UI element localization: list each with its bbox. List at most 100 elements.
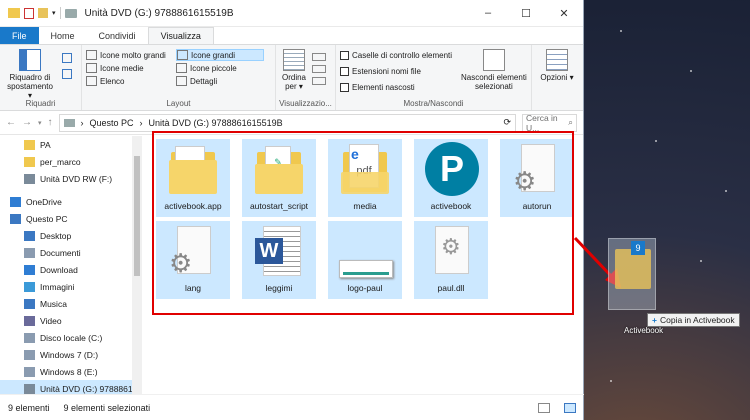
music-icon bbox=[24, 298, 35, 309]
nav-item[interactable]: Download bbox=[0, 261, 142, 278]
back-arrow-icon[interactable]: ← bbox=[6, 117, 16, 128]
group-label: Mostra/Nascondi bbox=[403, 99, 464, 108]
chevron-down-icon[interactable]: ▾ bbox=[52, 9, 56, 17]
dvd-drive-icon bbox=[24, 383, 35, 394]
breadcrumb-item[interactable]: Questo PC bbox=[90, 118, 134, 128]
hide-selected-button[interactable]: Nascondi elementi selezionati bbox=[461, 49, 527, 93]
new-folder-icon[interactable] bbox=[38, 8, 48, 18]
nav-item[interactable]: Unità DVD (G:) 978886161 bbox=[0, 380, 142, 394]
properties-icon[interactable] bbox=[24, 7, 34, 19]
layout-option[interactable]: Elenco bbox=[86, 75, 174, 87]
group-layout: Icone molto grandi Icone grandi Icone me… bbox=[82, 45, 276, 110]
breadcrumb-item[interactable]: Unità DVD (G:) 9788861615519B bbox=[149, 118, 283, 128]
tab-condividi[interactable]: Condividi bbox=[87, 27, 148, 44]
navigation-pane-button[interactable]: Riquadro di spostamento ▾ bbox=[4, 49, 56, 100]
up-arrow-icon[interactable]: ↑ bbox=[48, 117, 53, 128]
grid-icon bbox=[177, 50, 188, 60]
close-button[interactable]: ✕ bbox=[545, 0, 583, 27]
layout-option[interactable]: Dettagli bbox=[176, 75, 264, 87]
onedrive-icon bbox=[10, 196, 21, 207]
forward-arrow-icon[interactable]: → bbox=[22, 117, 32, 128]
details-pane-icon[interactable] bbox=[62, 69, 72, 79]
separator bbox=[59, 7, 61, 19]
drag-preview: 9 bbox=[608, 238, 656, 310]
pictures-icon bbox=[24, 281, 35, 292]
disk-icon bbox=[24, 366, 35, 377]
checkbox[interactable] bbox=[340, 50, 349, 60]
scrollbar[interactable] bbox=[132, 136, 142, 394]
grid-icon bbox=[86, 63, 97, 73]
drive-icon bbox=[63, 118, 75, 127]
title-bar: ▾ Unità DVD (G:) 9788861615519B – ☐ ✕ bbox=[0, 0, 583, 27]
quick-access-toolbar: ▾ bbox=[0, 7, 77, 19]
disk-icon bbox=[24, 332, 35, 343]
nav-item[interactable]: Documenti bbox=[0, 244, 142, 261]
item-checkboxes-toggle[interactable]: Caselle di controllo elementi bbox=[340, 49, 457, 61]
drag-count-badge: 9 bbox=[631, 241, 645, 255]
nav-item[interactable]: OneDrive bbox=[0, 193, 142, 210]
nav-item[interactable]: Video bbox=[0, 312, 142, 329]
nav-item[interactable]: Immagini bbox=[0, 278, 142, 295]
nav-item[interactable]: Desktop bbox=[0, 227, 142, 244]
refresh-icon[interactable]: ⟳ bbox=[503, 117, 511, 128]
item-count: 9 elementi bbox=[8, 402, 50, 413]
preview-pane-icon[interactable] bbox=[62, 53, 72, 63]
desktop-icon bbox=[24, 230, 35, 241]
status-bar: 9 elementi 9 elementi selezionati bbox=[0, 394, 584, 420]
file-extensions-toggle[interactable]: Estensioni nomi file bbox=[340, 65, 457, 77]
add-columns-icon[interactable] bbox=[312, 65, 326, 73]
nav-item[interactable]: Windows 7 (D:) bbox=[0, 346, 142, 363]
computer-icon bbox=[10, 213, 21, 224]
nav-item[interactable]: Questo PC bbox=[0, 210, 142, 227]
layout-option[interactable]: Icone piccole bbox=[176, 62, 264, 74]
folder-icon bbox=[24, 156, 35, 167]
layout-option-selected[interactable]: Icone grandi bbox=[176, 49, 264, 61]
dvd-drive-icon bbox=[24, 173, 35, 184]
scrollbar-thumb[interactable] bbox=[134, 156, 140, 276]
group-opzioni: Opzioni ▾ bbox=[532, 45, 582, 110]
nav-item[interactable]: Unità DVD RW (F:) bbox=[0, 170, 142, 187]
nav-item[interactable]: Musica bbox=[0, 295, 142, 312]
highlight-box bbox=[152, 131, 574, 315]
sort-icon bbox=[283, 49, 305, 71]
tab-home[interactable]: Home bbox=[39, 27, 87, 44]
hide-items-icon bbox=[482, 49, 505, 71]
ribbon-tabs: File Home Condividi Visualizza bbox=[0, 27, 583, 45]
folder-icon bbox=[615, 249, 651, 289]
grid-icon bbox=[86, 50, 97, 60]
layout-option[interactable]: Icone molto grandi bbox=[86, 49, 174, 61]
minimize-button[interactable]: – bbox=[469, 0, 507, 27]
group-visualizzazione: Ordina per ▾ Visualizzazio... bbox=[276, 45, 336, 110]
fit-columns-icon[interactable] bbox=[312, 77, 326, 85]
nav-item[interactable]: Disco locale (C:) bbox=[0, 329, 142, 346]
maximize-button[interactable]: ☐ bbox=[507, 0, 545, 27]
breadcrumb-separator-icon: › bbox=[80, 117, 84, 128]
group-mostra-nascondi: Caselle di controllo elementi Estensioni… bbox=[336, 45, 532, 110]
group-label: Riquadri bbox=[25, 99, 56, 108]
checkbox[interactable] bbox=[340, 82, 349, 92]
large-icons-view-icon[interactable] bbox=[564, 402, 576, 413]
nav-item[interactable]: Windows 8 (E:) bbox=[0, 363, 142, 380]
nav-item[interactable]: per_marco bbox=[0, 153, 142, 170]
details-view-icon[interactable] bbox=[538, 402, 550, 413]
list-icon bbox=[86, 76, 97, 86]
chevron-down-icon[interactable]: ▾ bbox=[38, 119, 42, 127]
drive-icon bbox=[64, 8, 77, 18]
hidden-items-toggle[interactable]: Elementi nascosti bbox=[340, 81, 457, 93]
address-bar[interactable]: › Questo PC › Unità DVD (G:) 97888616155… bbox=[58, 113, 516, 132]
tab-visualizza[interactable]: Visualizza bbox=[147, 27, 214, 44]
tab-file[interactable]: File bbox=[0, 27, 39, 44]
ribbon: Riquadro di spostamento ▾ Riquadri Icone… bbox=[0, 45, 583, 111]
folder-icon bbox=[24, 139, 35, 150]
selected-count: 9 elementi selezionati bbox=[63, 402, 151, 413]
options-button[interactable]: Opzioni ▾ bbox=[536, 49, 578, 82]
layout-option[interactable]: Icone medie bbox=[86, 62, 174, 74]
group-label: Layout bbox=[166, 99, 191, 108]
search-input[interactable]: Cerca in U... ⌕ bbox=[522, 113, 577, 133]
nav-item[interactable]: PA bbox=[0, 136, 142, 153]
group-by-icon[interactable] bbox=[312, 53, 326, 61]
checkbox[interactable] bbox=[340, 66, 349, 76]
documents-icon bbox=[24, 247, 35, 258]
disk-icon bbox=[24, 349, 35, 360]
sort-by-button[interactable]: Ordina per ▾ bbox=[280, 49, 308, 91]
